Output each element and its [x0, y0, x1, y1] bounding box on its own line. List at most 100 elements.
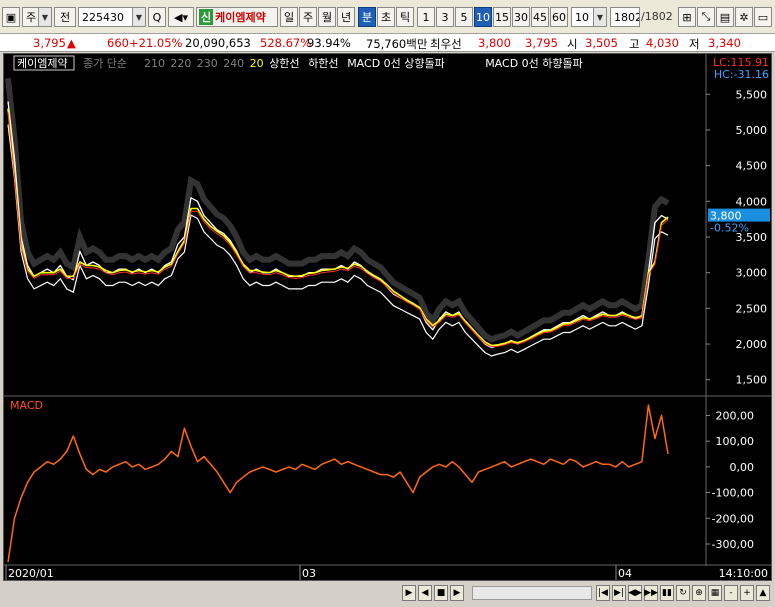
- expand-icon[interactable]: ▭: [754, 7, 772, 27]
- time-label: 14:10:00: [719, 567, 768, 580]
- play-button[interactable]: ▶: [450, 585, 464, 601]
- stock-name-field[interactable]: 신 케이엠제약: [196, 7, 278, 27]
- interval-3-label: 3: [441, 10, 449, 24]
- best-bid-label: 최우선: [430, 37, 462, 51]
- interval-10-button[interactable]: 10: [474, 7, 492, 27]
- zoom-in-button[interactable]: +: [740, 585, 754, 601]
- scroll-end-button[interactable]: ▶|: [612, 585, 626, 601]
- stock-code-value: 225430: [82, 10, 124, 24]
- tab-minute[interactable]: 분: [358, 7, 376, 27]
- macd-title: MACD: [10, 399, 43, 412]
- jeon-button[interactable]: 전: [54, 7, 76, 27]
- collapse-button[interactable]: ▲: [756, 585, 770, 601]
- count-value: 1802: [614, 10, 640, 24]
- window-menu-icon[interactable]: ▣: [2, 7, 20, 27]
- tab-tick[interactable]: 틱: [396, 7, 414, 27]
- interval-15-button[interactable]: 15: [493, 7, 511, 27]
- stock-name: 케이엠제약: [215, 11, 266, 24]
- chart-area[interactable]: 1,500 2,000 2,500 3,000 3,500 4,000 4,500 5,000…: [3, 53, 772, 581]
- interval-3-button[interactable]: 3: [436, 7, 454, 27]
- scroll-right-icon: ▶: [405, 588, 413, 598]
- trade-amount: 75,760백만: [366, 37, 428, 51]
- scroll-track[interactable]: [472, 586, 592, 600]
- tab-second[interactable]: 초: [377, 7, 395, 27]
- interval-5-button[interactable]: 5: [455, 7, 473, 27]
- legend-item: 상한선: [269, 57, 299, 70]
- sin-badge: 신: [199, 9, 214, 25]
- grid-icon[interactable]: ⊞: [678, 7, 696, 27]
- search-icon[interactable]: Q: [148, 7, 166, 27]
- settings-button[interactable]: ▦: [708, 585, 722, 601]
- price-tick-label: 5,500: [736, 88, 768, 101]
- interval-60-button[interactable]: 60: [550, 7, 568, 27]
- best-bid: 3,800: [478, 36, 511, 50]
- interval-45-button[interactable]: 45: [531, 7, 549, 27]
- legend-item: 20: [250, 57, 264, 70]
- legend-item: MACD 0선 하향돌파: [485, 56, 583, 70]
- tab-week-label: 주: [302, 11, 314, 24]
- chart-canvas[interactable]: 1,5002,0002,5003,0003,5004,0004,5005,000…: [4, 54, 771, 580]
- hc-label: HC:-31.16: [714, 68, 769, 81]
- interval-select-value: 10: [575, 10, 589, 24]
- rescale-icon[interactable]: ⤡: [697, 7, 715, 27]
- macd-tick-label: 100,00: [716, 435, 755, 448]
- interval-45-label: 45: [533, 10, 547, 24]
- plus-icon: +: [743, 588, 751, 598]
- scroll-start-button[interactable]: |◀: [596, 585, 610, 601]
- tab-week[interactable]: 주: [299, 7, 317, 27]
- gear-icon[interactable]: ✲: [735, 7, 753, 27]
- legend-item: MACD 0선 상향돌파: [347, 57, 445, 70]
- toolbar: ▣ 주 ▼ 전 225430 ▼ Q ◀▾ 신 케이엠제약 일 주 월 년 분 …: [0, 0, 775, 34]
- interval-1-label: 1: [422, 10, 430, 24]
- scroll-page-button[interactable]: ◀▶: [628, 585, 642, 601]
- scroll-right-button[interactable]: ▶: [402, 585, 416, 601]
- tab-year[interactable]: 년: [337, 7, 355, 27]
- x-tick-label: 03: [302, 567, 316, 580]
- jeon-label: 전: [59, 11, 71, 24]
- market-select-value: 주: [26, 11, 37, 24]
- legend-item: 하한선: [308, 56, 338, 70]
- macd-tick-label: -200,00: [712, 512, 754, 525]
- tab-day[interactable]: 일: [280, 7, 298, 27]
- interval-select[interactable]: 10 ▼: [571, 7, 607, 27]
- price-tick-label: 3,000: [736, 267, 768, 280]
- volume-pct: 528.67%: [260, 36, 312, 50]
- stop-icon: ■: [436, 588, 446, 598]
- high-label: 고: [629, 37, 640, 51]
- interval-1-button[interactable]: 1: [417, 7, 435, 27]
- toggle-button[interactable]: ▮▮: [660, 585, 674, 601]
- x-tick-label: 04: [618, 567, 632, 580]
- scroll-page2-button[interactable]: ▶▶: [644, 585, 658, 601]
- legend-item: 종가 단순: [83, 57, 127, 70]
- zoom-out-button[interactable]: -: [724, 585, 738, 601]
- price-change-pct: +21.05%: [129, 36, 183, 50]
- chevron-down-icon: ▼: [38, 8, 51, 26]
- price-tick-label: 5,000: [736, 124, 768, 137]
- play-icon: ▶: [453, 588, 461, 598]
- interval-10-label: 10: [476, 10, 490, 24]
- price-tick-label: 2,000: [736, 338, 768, 351]
- link-button[interactable]: ⊕: [692, 585, 706, 601]
- chevron-down-icon: ▼: [132, 8, 145, 26]
- high-price: 4,030: [646, 36, 679, 50]
- save-icon[interactable]: ▤: [716, 7, 734, 27]
- count-input[interactable]: 1802: [610, 7, 640, 27]
- refresh-button[interactable]: ↻: [676, 585, 690, 601]
- macd-tick-label: 200,00: [716, 409, 755, 422]
- quote-bar: 3,795 ▲ 660 +21.05% 20,090,653 528.67% 9…: [0, 34, 775, 52]
- stock-code-input[interactable]: 225430 ▼: [78, 7, 146, 27]
- stop-button[interactable]: ■: [434, 585, 448, 601]
- tab-month[interactable]: 월: [318, 7, 336, 27]
- low-price: 3,340: [708, 36, 741, 50]
- scroll-left-button[interactable]: ◀: [418, 585, 432, 601]
- chart-window: ▣ 주 ▼ 전 225430 ▼ Q ◀▾ 신 케이엠제약 일 주 월 년 분 …: [0, 0, 775, 607]
- legend-item: 220: [170, 57, 191, 70]
- sound-icon[interactable]: ◀▾: [168, 7, 194, 27]
- x-tick-label: 2020/01: [8, 567, 54, 580]
- tab-day-label: 일: [283, 11, 295, 24]
- price-tick-label: 1,500: [736, 374, 768, 387]
- interval-30-button[interactable]: 30: [512, 7, 530, 27]
- legend-item: 케이엠제약: [17, 56, 68, 70]
- market-select[interactable]: 주 ▼: [22, 7, 52, 27]
- lower-band-line: [7, 124, 669, 357]
